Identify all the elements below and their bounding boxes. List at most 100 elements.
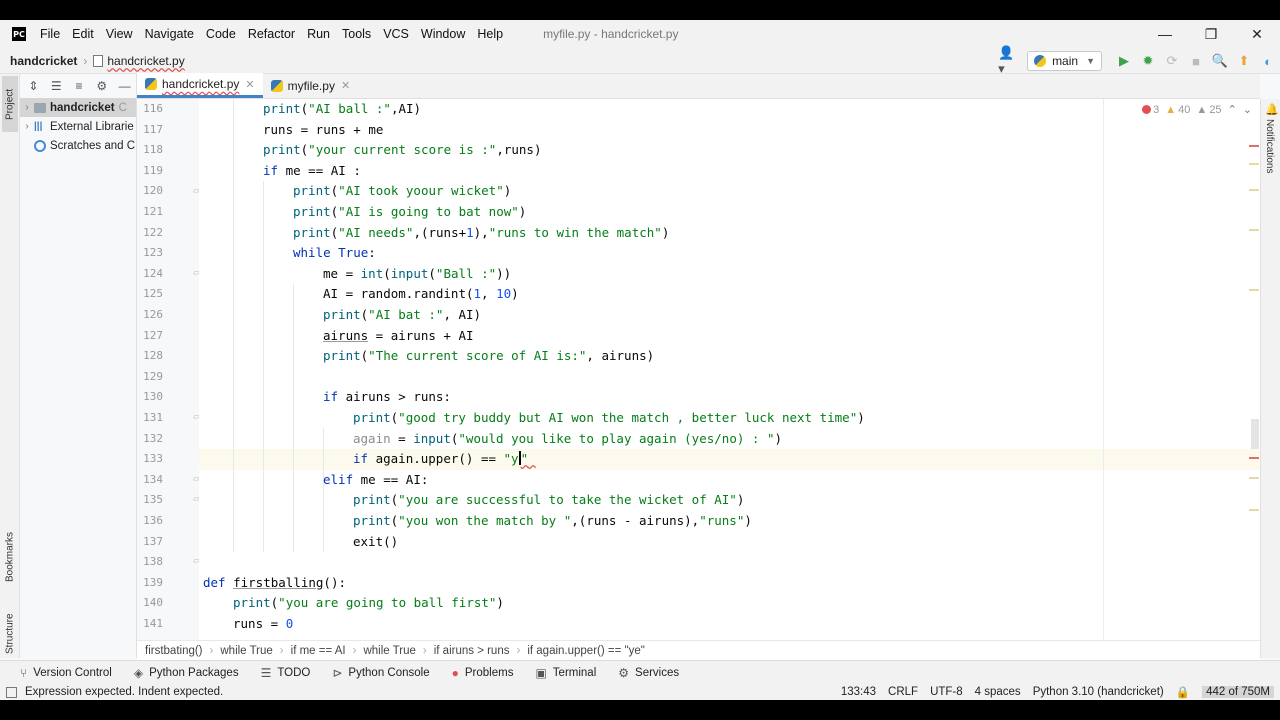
weak-warning-icon: ▲ <box>1196 103 1208 116</box>
tool-python-console[interactable]: ⊳ Python Console <box>332 666 429 680</box>
line-separator[interactable]: CRLF <box>888 686 918 698</box>
bell-icon[interactable]: 🔔 <box>1265 103 1279 116</box>
menu-file[interactable]: File <box>40 27 60 41</box>
collapse-icon[interactable]: ⇕ <box>22 79 45 93</box>
line-number: 133 <box>143 452 163 466</box>
nav-project[interactable]: handcricket <box>10 54 77 68</box>
tool-terminal[interactable]: ▣ Terminal <box>535 666 596 680</box>
code-editor[interactable]: print("AI ball :",AI) runs = runs + me p… <box>199 99 1260 658</box>
line-number: 137 <box>143 534 163 548</box>
tree-item-project[interactable]: › handcricket C <box>20 98 136 117</box>
close-icon[interactable]: ✕ <box>1234 20 1280 48</box>
breadcrumb-separator: › <box>209 644 214 657</box>
warning-stripe[interactable] <box>1249 289 1259 291</box>
menu-vcs[interactable]: VCS <box>383 27 409 41</box>
coverage-icon[interactable]: ⟳ <box>1161 50 1183 72</box>
indent-setting[interactable]: 4 spaces <box>975 686 1021 698</box>
code-line: while True: <box>293 245 376 261</box>
minimize-icon[interactable]: — <box>1142 20 1188 48</box>
caret-position[interactable]: 133:43 <box>841 686 876 698</box>
breadcrumb-item[interactable]: while True <box>220 645 272 657</box>
breadcrumb-item[interactable]: while True <box>363 645 415 657</box>
tab-bookmarks-label: Bookmarks <box>4 532 16 583</box>
restore-icon[interactable]: ❐ <box>1188 20 1234 48</box>
breadcrumb-item[interactable]: if airuns > runs <box>434 645 510 657</box>
menu-view[interactable]: View <box>106 27 133 41</box>
menu-refactor[interactable]: Refactor <box>248 27 295 41</box>
user-icon[interactable]: 👤▾ <box>998 45 1020 76</box>
breadcrumb-item[interactable]: if me == AI <box>291 645 346 657</box>
code-breadcrumbs: firstbating() › while True › if me == AI › … <box>137 640 1260 660</box>
tool-todo[interactable]: ☰ TODO <box>261 666 311 680</box>
tab-handcricket[interactable]: handcricket.py ✕ <box>137 73 263 98</box>
run-config-select[interactable]: main ▼ <box>1027 51 1102 71</box>
menu-code[interactable]: Code <box>206 27 236 41</box>
package-icon: ◈ <box>133 665 144 680</box>
tab-structure-label: Structure <box>4 613 16 655</box>
warning-stripe[interactable] <box>1249 163 1259 165</box>
close-tab-icon[interactable]: ✕ <box>245 78 254 91</box>
menu-navigate[interactable]: Navigate <box>145 27 194 41</box>
toggle-tool-windows-icon[interactable] <box>6 686 17 698</box>
breadcrumb-item[interactable]: firstbating() <box>145 645 203 657</box>
warning-stripe[interactable] <box>1249 229 1259 231</box>
collapse-all-icon[interactable]: ≡ <box>68 79 91 93</box>
tool-python-console-label: Python Console <box>348 666 430 679</box>
tool-problems[interactable]: ● Problems <box>452 666 514 680</box>
tool-python-packages[interactable]: ◈ Python Packages <box>134 666 239 680</box>
menu-help[interactable]: Help <box>477 27 503 41</box>
tool-problems-label: Problems <box>464 666 514 679</box>
breadcrumb-item[interactable]: if again.upper() == "ye" <box>527 645 644 657</box>
navigation-bar: handcricket › handcricket.py 👤▾ main ▼ ▶… <box>0 45 1280 76</box>
scrollbar-thumb[interactable] <box>1251 419 1259 449</box>
error-stripe[interactable] <box>1249 145 1259 147</box>
error-stripe[interactable] <box>1249 457 1259 459</box>
hide-icon[interactable]: — <box>113 79 136 93</box>
update-icon[interactable]: ⬆ <box>1233 50 1255 72</box>
chevron-right-icon[interactable]: › <box>20 121 34 132</box>
line-number: 132 <box>143 431 163 445</box>
tree-item-libraries[interactable]: › ||| External Librarie <box>20 117 136 136</box>
menu-window[interactable]: Window <box>421 27 465 41</box>
line-number: 135 <box>143 493 163 507</box>
stop-icon[interactable]: ■ <box>1185 50 1207 72</box>
interpreter[interactable]: Python 3.10 (handcricket) <box>1033 686 1164 698</box>
tool-services[interactable]: ⚙ Services <box>618 666 679 680</box>
close-tab-icon[interactable]: ✕ <box>341 79 350 92</box>
memory-indicator[interactable]: 442 of 750M <box>1202 686 1274 698</box>
line-number: 139 <box>143 575 163 589</box>
expand-all-icon[interactable]: ☰ <box>45 79 68 93</box>
status-message: Expression expected. Indent expected. <box>25 686 224 698</box>
tab-project[interactable]: Project <box>2 76 18 132</box>
nav-file[interactable]: handcricket.py <box>107 54 184 68</box>
menu-edit[interactable]: Edit <box>72 27 94 41</box>
line-number: 127 <box>143 328 163 342</box>
tab-notifications[interactable]: Notifications <box>1264 119 1275 173</box>
lock-icon[interactable]: 🔒 <box>1176 685 1190 699</box>
tool-python-packages-label: Python Packages <box>149 666 239 679</box>
line-number: 120 <box>143 184 163 198</box>
menu-run[interactable]: Run <box>307 27 330 41</box>
tab-bookmarks[interactable]: Bookmarks <box>2 522 18 592</box>
tree-item-scratches[interactable]: Scratches and C <box>20 136 136 155</box>
warning-stripe[interactable] <box>1249 189 1259 191</box>
chevron-right-icon[interactable]: › <box>20 102 34 113</box>
chevron-up-icon[interactable]: ⌃ <box>1228 103 1237 116</box>
inspection-widget[interactable]: 3 ▲ 40 ▲ 25 ⌃ ⌄ <box>1142 103 1252 116</box>
run-icon[interactable]: ▶ <box>1113 50 1135 72</box>
tab-myfile[interactable]: myfile.py ✕ <box>263 73 359 98</box>
tab-structure[interactable]: Structure <box>2 604 18 664</box>
debug-icon[interactable]: ✹ <box>1137 50 1159 72</box>
warning-stripe[interactable] <box>1249 477 1259 479</box>
search-icon[interactable]: 🔍 <box>1209 50 1231 72</box>
line-number: 116 <box>143 102 163 115</box>
line-number: 130 <box>143 390 163 404</box>
chevron-down-icon[interactable]: ⌄ <box>1243 103 1252 116</box>
file-encoding[interactable]: UTF-8 <box>930 686 963 698</box>
terminal-icon: ▣ <box>535 665 547 680</box>
tool-version-control[interactable]: ⑂ Version Control <box>20 666 112 680</box>
warning-stripe[interactable] <box>1249 509 1259 511</box>
gear-icon[interactable]: ⚙ <box>90 79 113 93</box>
menu-tools[interactable]: Tools <box>342 27 371 41</box>
jetbrains-ai-icon[interactable]: ◐ <box>1257 50 1279 72</box>
